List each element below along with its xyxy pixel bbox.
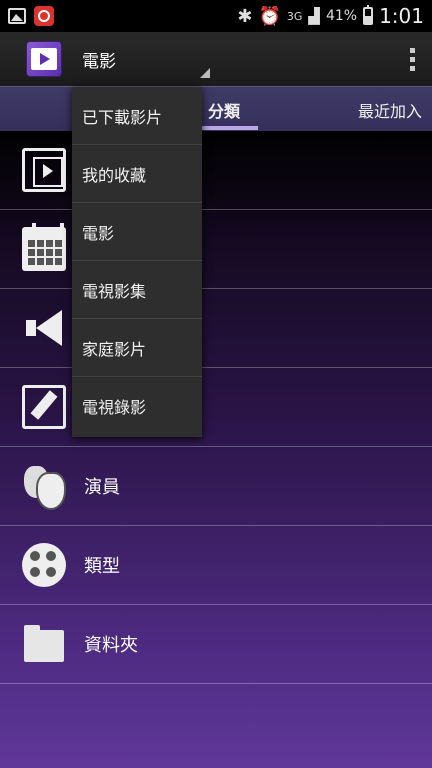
dropdown-item-downloaded[interactable]: 已下載影片 (72, 87, 202, 145)
video-icon (31, 48, 57, 70)
tab-bar: 分類 最近加入 (0, 86, 432, 131)
image-notification-icon (8, 8, 26, 24)
megaphone-icon (22, 306, 66, 350)
tab-recently-added[interactable]: 最近加入 (358, 87, 422, 132)
list-item-folders[interactable]: 資料夾 (0, 605, 432, 684)
folder-icon (22, 622, 66, 666)
bluetooth-icon: ✱ (237, 5, 253, 27)
category-dropdown: 已下載影片 我的收藏 電影 電視影集 家庭影片 電視錄影 (72, 87, 202, 437)
list-item-actors[interactable]: 演員 (0, 447, 432, 526)
dropdown-item-favorites[interactable]: 我的收藏 (72, 145, 202, 203)
signal-icon: ▟ (308, 7, 320, 25)
battery-icon (363, 5, 374, 25)
network-type: 3G (286, 9, 303, 23)
spinner-title: 電影 (82, 51, 116, 72)
overflow-menu-button[interactable] (392, 32, 432, 86)
category-spinner[interactable]: 電影 (82, 32, 210, 86)
list-item-label: 演員 (84, 477, 120, 498)
dropdown-item-movies[interactable]: 電影 (72, 203, 202, 261)
list-item-label: 資料夾 (84, 635, 138, 656)
dropdown-item-home-videos[interactable]: 家庭影片 (72, 319, 202, 377)
list-item-label: 類型 (84, 556, 120, 577)
app-notification-icon (34, 6, 54, 26)
status-bar: ✱ ⏰ 3G ▟ 41% 1:01 (0, 0, 432, 32)
list-item[interactable] (0, 131, 432, 210)
list-item[interactable] (0, 368, 432, 447)
list-item[interactable] (0, 289, 432, 368)
spinner-arrow-icon (200, 68, 210, 78)
film-reel-icon (22, 543, 66, 587)
action-bar: 電影 (0, 32, 432, 86)
battery-percent: 41% (325, 8, 358, 24)
category-list: 演員 類型 資料夾 (0, 131, 432, 768)
alarm-icon: ⏰ (258, 5, 281, 27)
list-item-genres[interactable]: 類型 (0, 526, 432, 605)
clock: 1:01 (379, 4, 424, 28)
film-stack-icon (22, 148, 66, 192)
app-icon[interactable] (26, 41, 62, 77)
dropdown-item-tv-series[interactable]: 電視影集 (72, 261, 202, 319)
list-item[interactable] (0, 210, 432, 289)
dropdown-item-tv-recordings[interactable]: 電視錄影 (72, 377, 202, 435)
masks-icon (22, 464, 66, 510)
edit-icon (22, 385, 66, 429)
calendar-icon (22, 223, 66, 271)
